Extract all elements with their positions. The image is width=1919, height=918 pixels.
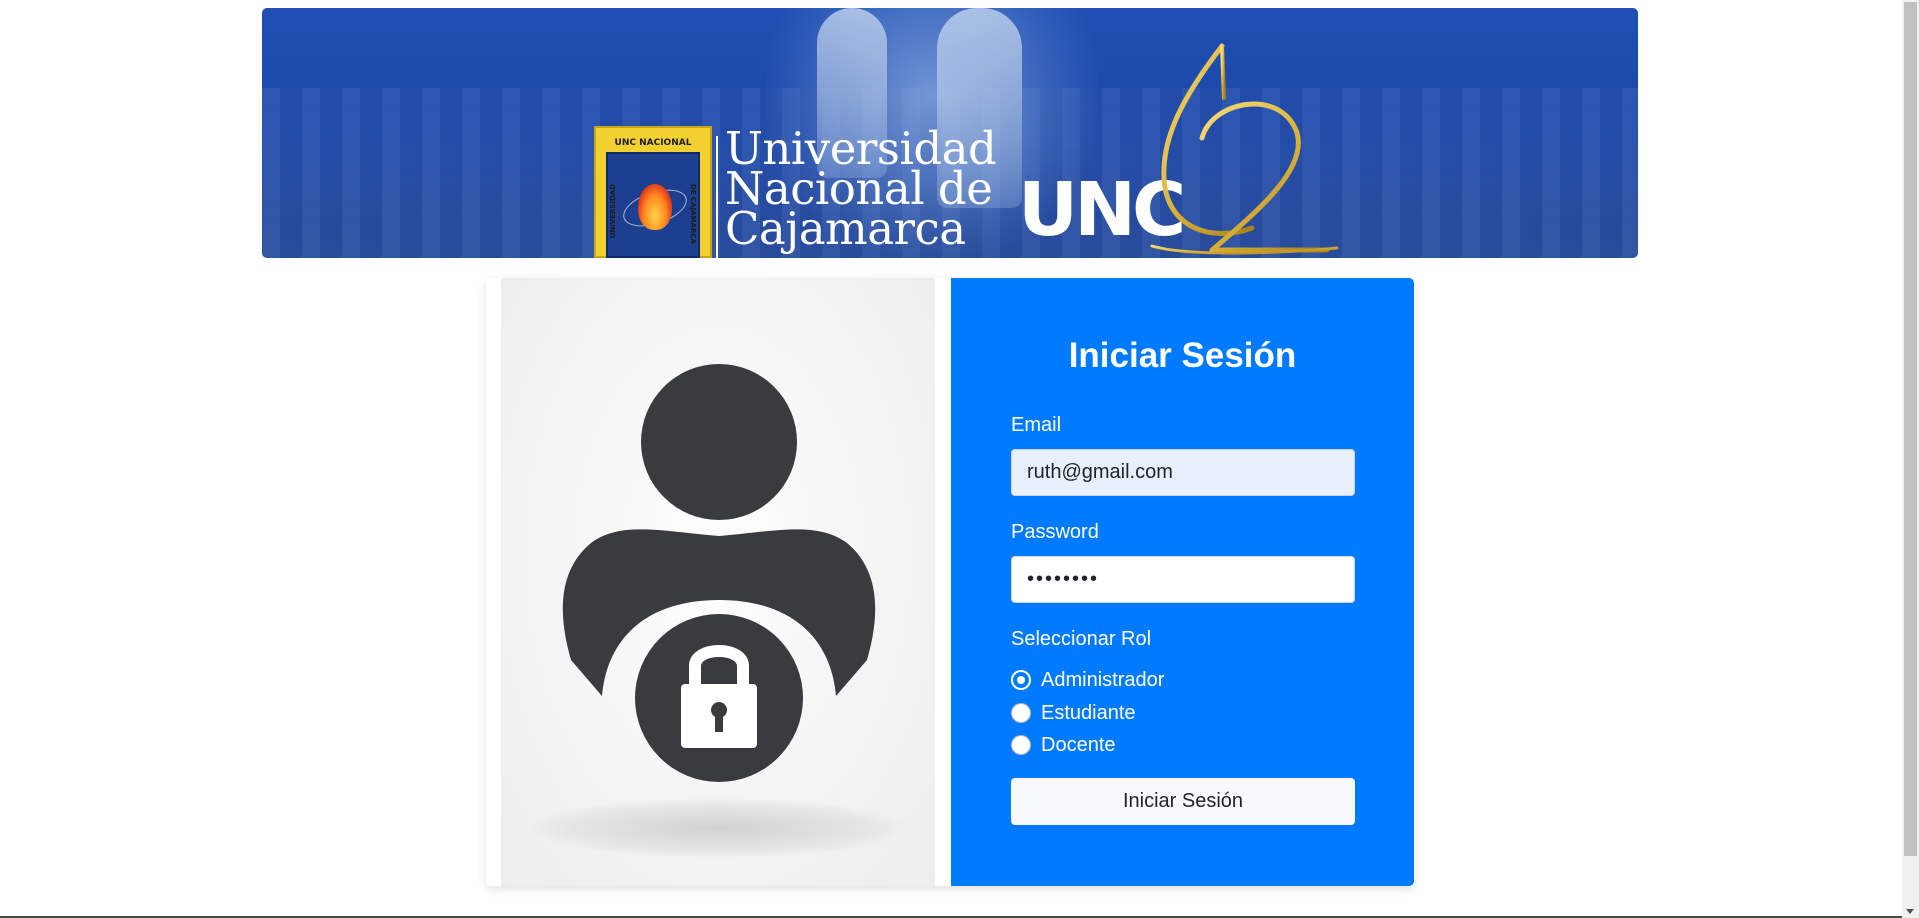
shield-left-text: UNIVERSIDAD	[609, 184, 617, 239]
university-name-line3: Cajamarca	[725, 202, 966, 255]
radio-button[interactable]	[1011, 703, 1031, 723]
login-page: UNC NACIONAL UNIVERSIDAD DE CAJAMARCA Un…	[0, 0, 1919, 918]
university-banner: UNC NACIONAL UNIVERSIDAD DE CAJAMARCA Un…	[262, 8, 1638, 258]
role-option-administrador[interactable]: Administrador	[1011, 667, 1164, 693]
shield-top-text: UNC NACIONAL	[614, 138, 692, 148]
email-field[interactable]	[1011, 449, 1355, 496]
radio-button-checked[interactable]	[1011, 670, 1031, 690]
logo-divider	[716, 136, 718, 258]
login-submit-button[interactable]: Iniciar Sesión	[1011, 778, 1355, 825]
flame-icon	[638, 184, 672, 230]
role-option-label: Estudiante	[1041, 701, 1136, 724]
vertical-scrollbar[interactable]	[1902, 0, 1919, 918]
user-lock-illustration	[501, 278, 935, 886]
user-lock-icon	[562, 364, 876, 782]
login-form: Iniciar Sesión Email Password Selecciona…	[951, 278, 1414, 886]
shield-inner: UNIVERSIDAD DE CAJAMARCA	[606, 152, 700, 258]
role-option-label: Administrador	[1041, 668, 1165, 691]
role-option-label: Docente	[1041, 733, 1116, 756]
email-label: Email	[1011, 414, 1062, 436]
login-card: Iniciar Sesión Email Password Selecciona…	[486, 278, 1414, 886]
role-option-docente[interactable]: Docente	[1011, 732, 1116, 758]
role-label: Seleccionar Rol	[1011, 628, 1152, 650]
scroll-down-arrow-icon[interactable]	[1906, 909, 1914, 914]
role-option-estudiante[interactable]: Estudiante	[1011, 700, 1136, 726]
password-label: Password	[1011, 521, 1099, 543]
shield-right-text: DE CAJAMARCA	[689, 184, 697, 244]
password-field[interactable]	[1011, 556, 1355, 603]
radio-button[interactable]	[1011, 735, 1031, 755]
login-title: Iniciar Sesión	[1068, 336, 1297, 375]
university-shield-logo: UNC NACIONAL UNIVERSIDAD DE CAJAMARCA	[594, 126, 712, 258]
scrollbar-thumb[interactable]	[1904, 2, 1917, 856]
anniversary-62-logo	[1150, 43, 1339, 255]
university-name: Universidad Nacional de Cajamarca	[725, 126, 997, 255]
